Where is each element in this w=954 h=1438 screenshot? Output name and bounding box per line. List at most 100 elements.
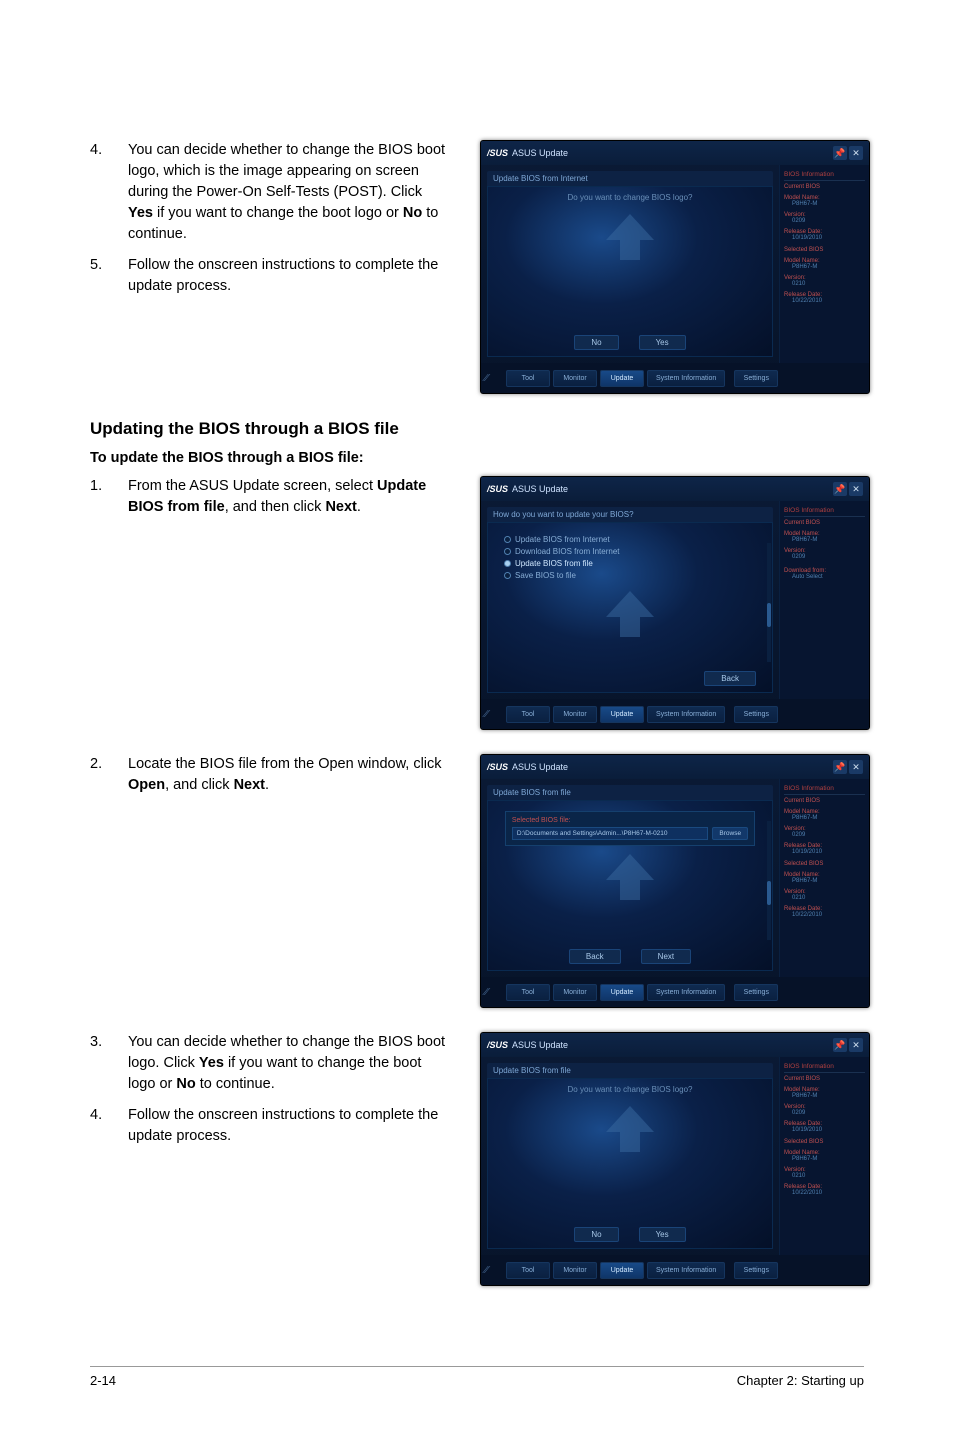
tab-update[interactable]: Update (600, 1262, 644, 1279)
numbered-step: 2.Locate the BIOS file from the Open win… (90, 754, 450, 796)
step-text: Locate the BIOS file from the Open windo… (128, 754, 450, 796)
tab-system-info[interactable]: System Information (647, 984, 725, 1001)
asus-logo: /SUS (487, 762, 508, 772)
tab-update[interactable]: Update (600, 370, 644, 387)
info-header: BIOS Information (784, 171, 865, 181)
asus-update-window-3: /SUS ASUS Update 📌 ✕ Update BIOS from fi… (480, 754, 870, 1008)
breadcrumb-tab: How do you want to update your BIOS? (487, 507, 773, 522)
radio-label: Update BIOS from file (515, 559, 593, 568)
file-path-input[interactable]: D:\Documents and Settings\Admin...\P8H67… (512, 827, 709, 840)
step-number: 4. (90, 1105, 128, 1147)
section-heading: Updating the BIOS through a BIOS file (90, 418, 864, 440)
radio-option[interactable]: Download BIOS from Internet (504, 547, 756, 556)
close-icon[interactable]: ✕ (849, 760, 863, 774)
tab-update[interactable]: Update (600, 984, 644, 1001)
step-number: 4. (90, 140, 128, 245)
prompt-text: Do you want to change BIOS logo? (568, 193, 693, 202)
asus-corner-logo: ⁄⁄ (485, 709, 503, 720)
scrollbar[interactable] (767, 821, 771, 940)
close-icon[interactable]: ✕ (849, 146, 863, 160)
tab-settings[interactable]: Settings (734, 984, 778, 1001)
back-button[interactable]: Back (704, 671, 756, 686)
asus-logo: /SUS (487, 484, 508, 494)
tab-settings[interactable]: Settings (734, 370, 778, 387)
arrow-up-icon (606, 854, 654, 902)
pin-icon[interactable]: 📌 (833, 482, 847, 496)
radio-icon (504, 548, 511, 555)
tab-update[interactable]: Update (600, 706, 644, 723)
tab-system-info[interactable]: System Information (647, 370, 725, 387)
info-header: BIOS Information (784, 785, 865, 795)
window-title: ASUS Update (512, 484, 568, 494)
tab-system-info[interactable]: System Information (647, 1262, 725, 1279)
arrow-up-icon (606, 591, 654, 639)
tab-settings[interactable]: Settings (734, 706, 778, 723)
titlebar: /SUS ASUS Update 📌 ✕ (481, 141, 869, 165)
step-number: 3. (90, 1032, 128, 1095)
radio-option[interactable]: Update BIOS from Internet (504, 535, 756, 544)
no-button[interactable]: No (574, 335, 618, 350)
file-select-box: Selected BIOS file: D:\Documents and Set… (505, 811, 755, 846)
step-text: Follow the onscreen instructions to comp… (128, 1105, 450, 1147)
yes-button[interactable]: Yes (639, 335, 686, 350)
radio-option[interactable]: Update BIOS from file (504, 559, 756, 568)
window-title: ASUS Update (512, 1040, 568, 1050)
tab-monitor[interactable]: Monitor (553, 370, 597, 387)
breadcrumb-tab: Update BIOS from file (487, 785, 773, 800)
prompt-text: Do you want to change BIOS logo? (568, 1085, 693, 1094)
step-number: 1. (90, 476, 128, 518)
asus-logo: /SUS (487, 148, 508, 158)
numbered-step: 4.Follow the onscreen instructions to co… (90, 1105, 450, 1147)
step-text: Follow the onscreen instructions to comp… (128, 255, 450, 297)
yes-button[interactable]: Yes (639, 1227, 686, 1242)
pin-icon[interactable]: 📌 (833, 760, 847, 774)
close-icon[interactable]: ✕ (849, 1038, 863, 1052)
pin-icon[interactable]: 📌 (833, 1038, 847, 1052)
asus-update-window-4: /SUS ASUS Update 📌 ✕ Update BIOS from fi… (480, 1032, 870, 1286)
asus-corner-logo: ⁄⁄ (485, 1265, 503, 1276)
titlebar: /SUS ASUS Update 📌 ✕ (481, 1033, 869, 1057)
tab-settings[interactable]: Settings (734, 1262, 778, 1279)
breadcrumb-tab: Update BIOS from Internet (487, 171, 773, 186)
radio-label: Update BIOS from Internet (515, 535, 610, 544)
close-icon[interactable]: ✕ (849, 482, 863, 496)
step-number: 2. (90, 754, 128, 796)
file-label: Selected BIOS file: (512, 817, 748, 824)
numbered-step: 4.You can decide whether to change the B… (90, 140, 450, 245)
asus-corner-logo: ⁄⁄ (485, 987, 503, 998)
asus-corner-logo: ⁄⁄ (485, 373, 503, 384)
info-header: BIOS Information (784, 507, 865, 517)
radio-label: Save BIOS to file (515, 571, 576, 580)
tab-monitor[interactable]: Monitor (553, 1262, 597, 1279)
titlebar: /SUS ASUS Update 📌 ✕ (481, 477, 869, 501)
next-button[interactable]: Next (641, 949, 691, 964)
step-text: You can decide whether to change the BIO… (128, 1032, 450, 1095)
tab-tool[interactable]: Tool (506, 706, 550, 723)
window-title: ASUS Update (512, 148, 568, 158)
scrollbar[interactable] (767, 543, 771, 662)
back-button[interactable]: Back (569, 949, 621, 964)
asus-update-window-1: /SUS ASUS Update 📌 ✕ Update BIOS from In… (480, 140, 870, 394)
asus-logo: /SUS (487, 1040, 508, 1050)
breadcrumb-tab: Update BIOS from file (487, 1063, 773, 1078)
sub-heading: To update the BIOS through a BIOS file: (90, 450, 864, 466)
tab-monitor[interactable]: Monitor (553, 706, 597, 723)
tab-monitor[interactable]: Monitor (553, 984, 597, 1001)
pin-icon[interactable]: 📌 (833, 146, 847, 160)
radio-icon (504, 560, 511, 567)
info-header: BIOS Information (784, 1063, 865, 1073)
tab-tool[interactable]: Tool (506, 370, 550, 387)
step-text: You can decide whether to change the BIO… (128, 140, 450, 245)
arrow-up-icon (606, 214, 654, 262)
tab-system-info[interactable]: System Information (647, 706, 725, 723)
no-button[interactable]: No (574, 1227, 618, 1242)
radio-icon (504, 572, 511, 579)
radio-option[interactable]: Save BIOS to file (504, 571, 756, 580)
browse-button[interactable]: Browse (712, 827, 748, 840)
tab-tool[interactable]: Tool (506, 984, 550, 1001)
numbered-step: 3.You can decide whether to change the B… (90, 1032, 450, 1095)
tab-tool[interactable]: Tool (506, 1262, 550, 1279)
chapter-label: Chapter 2: Starting up (737, 1373, 864, 1388)
step-number: 5. (90, 255, 128, 297)
radio-icon (504, 536, 511, 543)
